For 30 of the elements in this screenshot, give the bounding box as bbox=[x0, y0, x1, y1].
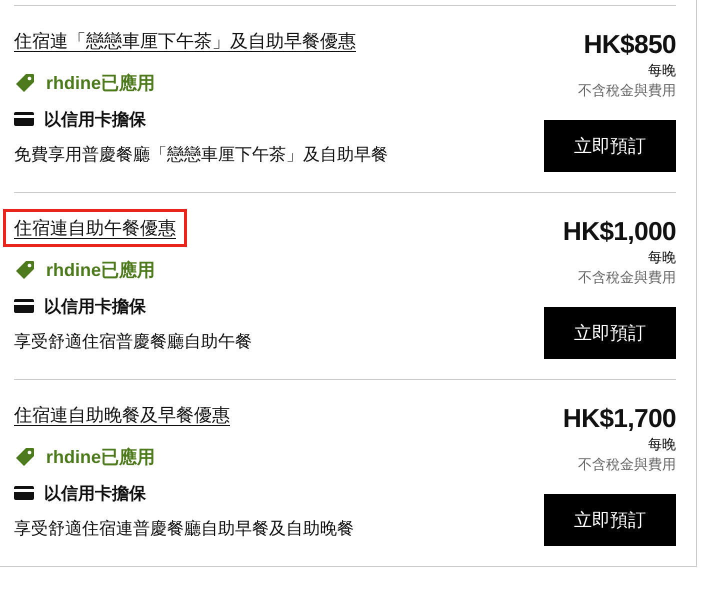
offer-title[interactable]: 住宿連自助午餐優惠 bbox=[14, 216, 176, 244]
tag-icon bbox=[14, 446, 36, 468]
promo-code-label: rhdine已應用 bbox=[46, 72, 156, 95]
tax-note: 不含稅金與費用 bbox=[578, 82, 676, 100]
offer-description: 享受舒適住宿普慶餐廳自助午餐 bbox=[14, 331, 252, 353]
price: HK$850 bbox=[584, 28, 676, 60]
tag-icon bbox=[14, 259, 36, 281]
guarantee-label: 以信用卡擔保 bbox=[44, 296, 146, 318]
per-night-label: 每晚 bbox=[648, 62, 676, 80]
guarantee-label: 以信用卡擔保 bbox=[44, 482, 146, 504]
offer-description: 免費享用普慶餐廳「戀戀車厘下午茶」及自助早餐 bbox=[14, 144, 388, 166]
tag-icon bbox=[14, 72, 36, 94]
guarantee-label: 以信用卡擔保 bbox=[44, 108, 146, 130]
book-now-button[interactable]: 立即預訂 bbox=[544, 494, 676, 546]
book-now-button[interactable]: 立即預訂 bbox=[544, 120, 676, 172]
tax-note: 不含稅金與費用 bbox=[578, 269, 676, 287]
promo-code-label: rhdine已應用 bbox=[46, 259, 156, 282]
tax-note: 不含稅金與費用 bbox=[578, 456, 676, 474]
price: HK$1,000 bbox=[562, 215, 676, 247]
credit-card-icon bbox=[14, 486, 34, 500]
per-night-label: 每晚 bbox=[648, 249, 676, 267]
book-now-button[interactable]: 立即預訂 bbox=[544, 307, 676, 359]
promo-code-label: rhdine已應用 bbox=[46, 446, 156, 469]
price: HK$1,700 bbox=[562, 402, 676, 434]
credit-card-icon bbox=[14, 299, 34, 313]
credit-card-icon bbox=[14, 112, 34, 126]
offer-title[interactable]: 住宿連自助晚餐及早餐優惠 bbox=[14, 403, 230, 431]
offer-title[interactable]: 住宿連「戀戀車厘下午茶」及自助早餐優惠 bbox=[14, 29, 356, 57]
offer-description: 享受舒適住宿連普慶餐廳自助早餐及自助晚餐 bbox=[14, 518, 354, 540]
per-night-label: 每晚 bbox=[648, 436, 676, 454]
